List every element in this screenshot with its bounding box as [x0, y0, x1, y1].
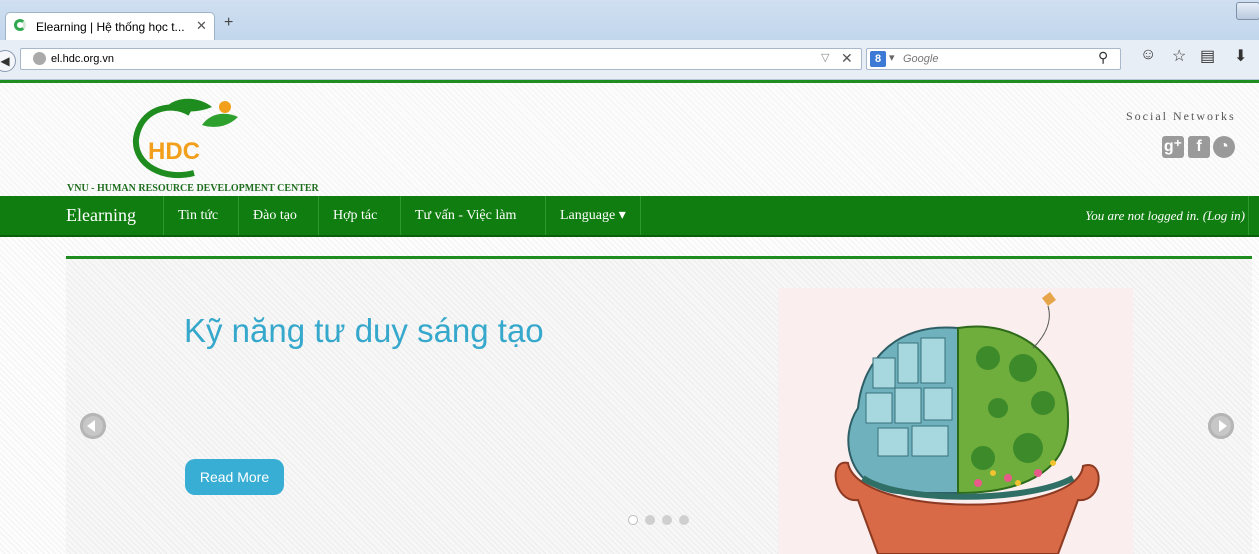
chevron-left-icon — [87, 420, 95, 432]
slide-next-arrow[interactable] — [1208, 413, 1234, 439]
tab-title: Elearning | Hệ thống học t... — [36, 20, 185, 34]
loading-icon — [14, 19, 26, 31]
facebook-icon[interactable]: f — [1188, 136, 1210, 158]
browser-nav-bar: ◀ el.hdc.org.vn ▽ ✕ 8 ▾ Google — [0, 40, 1259, 80]
menu-brand[interactable]: Elearning — [66, 205, 136, 226]
slide-dot-1[interactable] — [628, 515, 638, 525]
bookmarks-menu-icon[interactable]: ▤ — [1200, 46, 1215, 66]
logo-caption: VNU - HUMAN RESOURCE DEVELOPMENT CENTER — [67, 183, 319, 194]
slide-dot-3[interactable] — [662, 515, 672, 525]
browser-tab[interactable]: Elearning | Hệ thống học t... ✕ — [5, 12, 215, 40]
globe-icon — [33, 52, 46, 65]
chevron-right-icon — [1219, 420, 1227, 432]
slide-dot-4[interactable] — [679, 515, 689, 525]
slide-dot-2[interactable] — [645, 515, 655, 525]
menu-divider — [1248, 196, 1249, 235]
read-more-button[interactable]: Read More — [185, 459, 284, 495]
engine-dropdown-icon[interactable]: ▾ — [889, 51, 895, 64]
search-bar[interactable]: 8 ▾ Google — [866, 48, 1121, 70]
dropdown-icon[interactable]: ▽ — [821, 51, 829, 64]
stop-icon[interactable]: ✕ — [841, 50, 853, 67]
window-minimize-button[interactable] — [1236, 2, 1259, 20]
search-placeholder: Google — [903, 53, 939, 65]
url-text: el.hdc.org.vn — [51, 53, 114, 65]
bookmark-star-icon[interactable]: ☆ — [1172, 46, 1186, 66]
login-link[interactable]: You are not logged in. (Log in) — [1085, 208, 1245, 224]
close-tab-icon[interactable]: ✕ — [196, 18, 207, 34]
logo-text: HDC — [148, 138, 200, 165]
menu-item-tin-tuc[interactable]: Tin tức — [163, 196, 232, 235]
main-menu: Elearning Tin tức Đào tạo Hợp tác Tư vấn… — [0, 196, 1259, 237]
google-icon[interactable]: 8 — [870, 51, 886, 67]
skype-icon[interactable]: ◔ — [1213, 136, 1235, 158]
menu-item-hop-tac[interactable]: Hợp tác — [318, 196, 391, 235]
address-bar[interactable]: el.hdc.org.vn ▽ ✕ — [20, 48, 862, 70]
search-icon[interactable]: ⚲ — [1098, 49, 1108, 66]
download-icon[interactable]: ⬇ — [1234, 46, 1247, 66]
slide-prev-arrow[interactable] — [80, 413, 106, 439]
google-plus-icon[interactable]: g⁺ — [1162, 136, 1184, 158]
site-header: HDC VNU - HUMAN RESOURCE DEVELOPMENT CEN… — [0, 80, 1259, 196]
hdc-logo[interactable]: HDC — [130, 95, 245, 185]
menu-item-tu-van-viec-lam[interactable]: Tư vấn - Việc làm — [400, 196, 530, 235]
addon-icon[interactable]: ☺ — [1140, 46, 1156, 64]
slide-image-creative-brain — [778, 288, 1133, 554]
slide-title: Kỹ năng tư duy sáng tạo — [184, 312, 544, 349]
browser-tab-bar: Elearning | Hệ thống học t... ✕ + — [0, 0, 1259, 40]
menu-item-language[interactable]: Language ▾ — [545, 196, 641, 235]
back-button[interactable]: ◀ — [0, 50, 16, 72]
social-networks-title: Social Networks — [1126, 109, 1236, 123]
menu-item-dao-tao[interactable]: Đào tạo — [238, 196, 311, 235]
new-tab-button[interactable]: + — [224, 14, 233, 32]
